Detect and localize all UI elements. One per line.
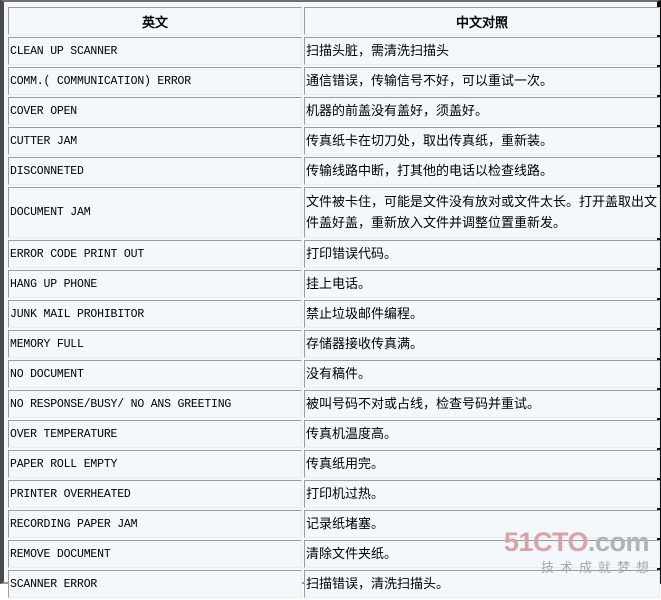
chinese-meaning: 传真机温度高。 <box>304 420 660 448</box>
table-row: PRINTER OVERHEATED 打印机过热。 <box>8 480 660 508</box>
english-code: REMOVE DOCUMENT <box>8 540 302 568</box>
chinese-meaning: 传输线路中断，打其他的电话以检查线路。 <box>304 157 660 185</box>
english-code: ERROR CODE PRINT OUT <box>8 240 302 268</box>
chinese-meaning: 挂上电话。 <box>304 270 660 298</box>
table-row: CUTTER JAM 传真纸卡在切刀处，取出传真纸，重新装。 <box>8 127 660 155</box>
table-row: HANG UP PHONE 挂上电话。 <box>8 270 660 298</box>
english-code: HANG UP PHONE <box>8 270 302 298</box>
table-row: DOCUMENT JAM 文件被卡住，可能是文件没有放对或文件太长。打开盖取出文… <box>8 187 660 238</box>
chinese-meaning: 机器的前盖没有盖好，须盖好。 <box>304 97 660 125</box>
header-english: 英文 <box>8 7 302 35</box>
english-code: NO DOCUMENT <box>8 360 302 388</box>
english-code: SCANNER ERROR <box>8 570 302 598</box>
english-code: RECORDING PAPER JAM <box>8 510 302 538</box>
table-row: MEMORY FULL 存储器接收传真满。 <box>8 330 660 358</box>
chinese-meaning: 打印机过热。 <box>304 480 660 508</box>
english-code: NO RESPONSE/BUSY/ NO ANS GREETING <box>8 390 302 418</box>
chinese-meaning: 传真纸卡在切刀处，取出传真纸，重新装。 <box>304 127 660 155</box>
chinese-meaning: 记录纸堵塞。 <box>304 510 660 538</box>
english-code: COMM.( COMMUNICATION) ERROR <box>8 67 302 95</box>
chinese-meaning: 扫描头脏，需清洗扫描头 <box>304 37 660 65</box>
header-chinese: 中文对照 <box>304 7 660 35</box>
table-row: DISCONNETED 传输线路中断，打其他的电话以检查线路。 <box>8 157 660 185</box>
chinese-meaning: 传真纸用完。 <box>304 450 660 478</box>
english-code: OVER TEMPERATURE <box>8 420 302 448</box>
chinese-meaning: 通信错误，传输信号不好，可以重试一次。 <box>304 67 660 95</box>
english-code: COVER OPEN <box>8 97 302 125</box>
table-row: OVER TEMPERATURE 传真机温度高。 <box>8 420 660 448</box>
english-code: JUNK MAIL PROHIBITOR <box>8 300 302 328</box>
english-code: DOCUMENT JAM <box>8 187 302 238</box>
table-row: RECORDING PAPER JAM 记录纸堵塞。 <box>8 510 660 538</box>
page-frame: 英文 中文对照 CLEAN UP SCANNER 扫描头脏，需清洗扫描头 COM… <box>0 0 661 598</box>
table-row: JUNK MAIL PROHIBITOR 禁止垃圾邮件编程。 <box>8 300 660 328</box>
chinese-meaning: 打印错误代码。 <box>304 240 660 268</box>
table-row: COMM.( COMMUNICATION) ERROR 通信错误，传输信号不好，… <box>8 67 660 95</box>
table-row: NO DOCUMENT 没有稿件。 <box>8 360 660 388</box>
table-header-row: 英文 中文对照 <box>8 7 660 35</box>
english-code: CLEAN UP SCANNER <box>8 37 302 65</box>
table-row: SCANNER ERROR 扫描错误，清洗扫描头。 <box>8 570 660 598</box>
chinese-meaning: 清除文件夹纸。 <box>304 540 660 568</box>
table-row: COVER OPEN 机器的前盖没有盖好，须盖好。 <box>8 97 660 125</box>
english-code: PRINTER OVERHEATED <box>8 480 302 508</box>
fax-error-code-table: 英文 中文对照 CLEAN UP SCANNER 扫描头脏，需清洗扫描头 COM… <box>6 5 661 600</box>
chinese-meaning: 没有稿件。 <box>304 360 660 388</box>
table-row: NO RESPONSE/BUSY/ NO ANS GREETING 被叫号码不对… <box>8 390 660 418</box>
chinese-meaning: 文件被卡住，可能是文件没有放对或文件太长。打开盖取出文件盖好盖，重新放入文件并调… <box>304 187 660 238</box>
chinese-meaning: 禁止垃圾邮件编程。 <box>304 300 660 328</box>
table-row: CLEAN UP SCANNER 扫描头脏，需清洗扫描头 <box>8 37 660 65</box>
chinese-meaning: 扫描错误，清洗扫描头。 <box>304 570 660 598</box>
english-code: CUTTER JAM <box>8 127 302 155</box>
english-code: PAPER ROLL EMPTY <box>8 450 302 478</box>
table-row: REMOVE DOCUMENT 清除文件夹纸。 <box>8 540 660 568</box>
chinese-meaning: 被叫号码不对或占线，检查号码并重试。 <box>304 390 660 418</box>
english-code: DISCONNETED <box>8 157 302 185</box>
chinese-meaning: 存储器接收传真满。 <box>304 330 660 358</box>
table-row: PAPER ROLL EMPTY 传真纸用完。 <box>8 450 660 478</box>
english-code: MEMORY FULL <box>8 330 302 358</box>
table-row: ERROR CODE PRINT OUT 打印错误代码。 <box>8 240 660 268</box>
